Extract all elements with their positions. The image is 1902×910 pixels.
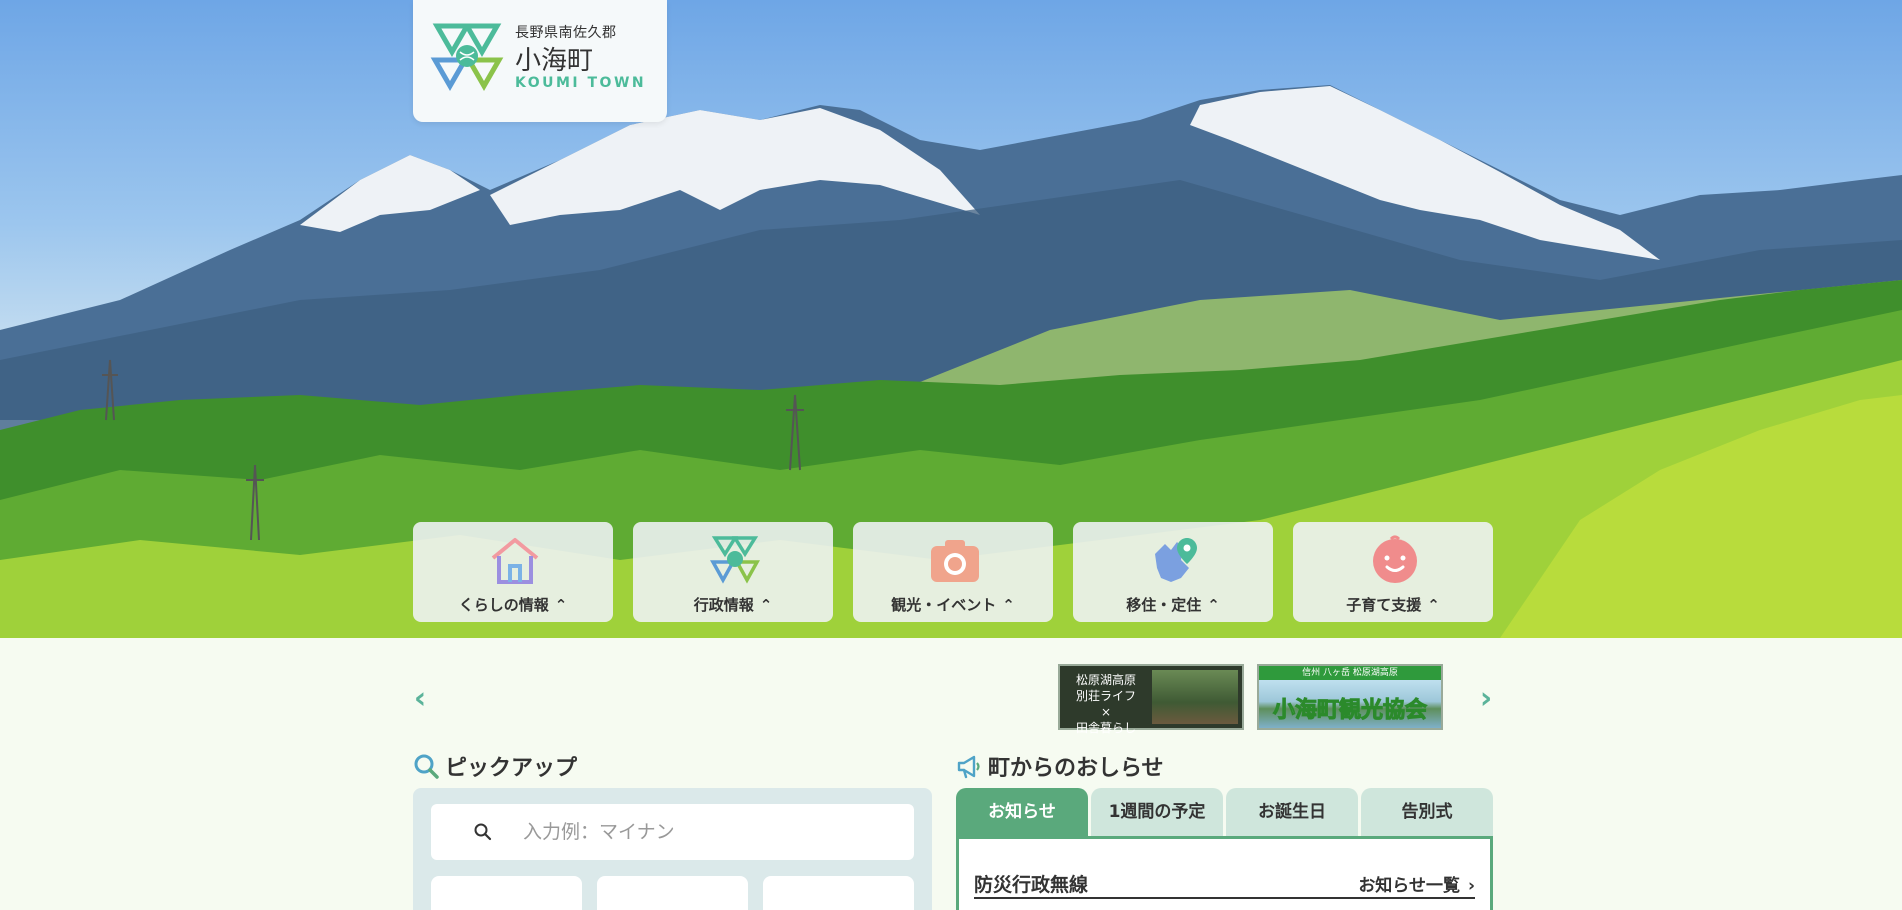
tab-birthdays[interactable]: お誕生日 (1226, 788, 1358, 838)
category-living[interactable]: くらしの情報 ⌃ (413, 522, 613, 622)
banner-subtitle: 信州 八ヶ岳 松原湖高原 (1259, 666, 1441, 680)
pickup-tile[interactable] (431, 876, 582, 910)
category-childcare[interactable]: 子育て支援 ⌃ (1293, 522, 1493, 622)
map-pin-icon (1155, 538, 1197, 582)
hero-banner: 長野県南佐久郡 小海町 KOUMI TOWN くらしの情報 ⌃ 行政情報 ⌃ 観… (0, 0, 1902, 638)
search-icon (414, 754, 439, 779)
category-label: くらしの情報 (458, 596, 549, 614)
notice-list-link[interactable]: お知らせ一覧 › (1358, 871, 1475, 896)
chevron-up-icon: ⌃ (1002, 596, 1015, 614)
town-emblem-icon (710, 536, 760, 584)
category-label: 移住・定住 (1126, 596, 1202, 614)
carousel-next-button[interactable]: › (1474, 684, 1498, 714)
search-input[interactable] (523, 821, 883, 843)
category-menu: くらしの情報 ⌃ 行政情報 ⌃ 観光・イベント ⌃ 移住・定住 ⌃ 子育て支援 … (413, 522, 1493, 622)
house-icon (491, 538, 539, 584)
notices-panel: 防災行政無線 お知らせ一覧 › (956, 836, 1493, 910)
notice-list-link-label: お知らせ一覧 (1358, 875, 1460, 896)
megaphone-icon (957, 755, 980, 779)
tab-funerals[interactable]: 告別式 (1361, 788, 1493, 838)
notice-category-title: 防災行政無線 (974, 873, 1089, 896)
town-name-english: KOUMI TOWN (515, 75, 647, 91)
search-box (431, 804, 914, 860)
category-label: 子育て支援 (1346, 596, 1422, 614)
banner-photo (1152, 670, 1238, 724)
pickup-heading: ピックアップ (413, 752, 578, 781)
camera-icon (931, 540, 979, 582)
notices-title: 町からのおしらせ (988, 756, 1164, 781)
chevron-up-icon: ⌃ (1207, 596, 1220, 614)
notices-heading: 町からのおしらせ (956, 752, 1164, 781)
chevron-up-icon: ⌃ (554, 596, 568, 614)
banner-text: 松原湖高原 別荘ライフ × 田舎暮らし (1075, 673, 1136, 735)
search-icon[interactable] (473, 822, 493, 842)
category-migration[interactable]: 移住・定住 ⌃ (1073, 522, 1273, 622)
site-logo[interactable]: 長野県南佐久郡 小海町 KOUMI TOWN (413, 0, 667, 122)
chevron-right-icon: › (1467, 875, 1475, 896)
banner-title: 小海町観光協会 (1272, 698, 1427, 724)
tab-weekly-schedule[interactable]: 1週間の予定 (1091, 788, 1223, 838)
tab-notices[interactable]: お知らせ (956, 788, 1088, 838)
chevron-up-icon: ⌃ (1427, 596, 1440, 614)
pickup-tile[interactable] (597, 876, 748, 910)
banner-tourism-association[interactable]: 信州 八ヶ岳 松原湖高原 小海町観光協会 (1257, 664, 1443, 730)
notices-tabs: お知らせ 1週間の予定 お誕生日 告別式 (956, 788, 1493, 838)
pickup-panel (413, 788, 932, 910)
prefecture-label: 長野県南佐久郡 (515, 25, 617, 41)
category-label: 行政情報 (693, 596, 754, 614)
notice-category-row: 防災行政無線 お知らせ一覧 › (974, 869, 1475, 899)
category-administration[interactable]: 行政情報 ⌃ (633, 522, 833, 622)
baby-face-icon (1373, 535, 1417, 583)
banner-matsubara-villa[interactable]: 松原湖高原 別荘ライフ × 田舎暮らし (1058, 664, 1244, 735)
pickup-tile[interactable] (763, 876, 914, 910)
category-label: 観光・イベント (891, 596, 997, 614)
pickup-title: ピックアップ (445, 756, 578, 781)
carousel-prev-button[interactable]: ‹ (408, 684, 432, 714)
town-name: 小海町 (515, 46, 594, 76)
town-emblem-icon (430, 23, 504, 92)
category-tourism[interactable]: 観光・イベント ⌃ (853, 522, 1053, 622)
chevron-right-icon: › (1479, 681, 1493, 716)
chevron-up-icon: ⌃ (759, 596, 773, 614)
chevron-left-icon: ‹ (413, 681, 427, 716)
